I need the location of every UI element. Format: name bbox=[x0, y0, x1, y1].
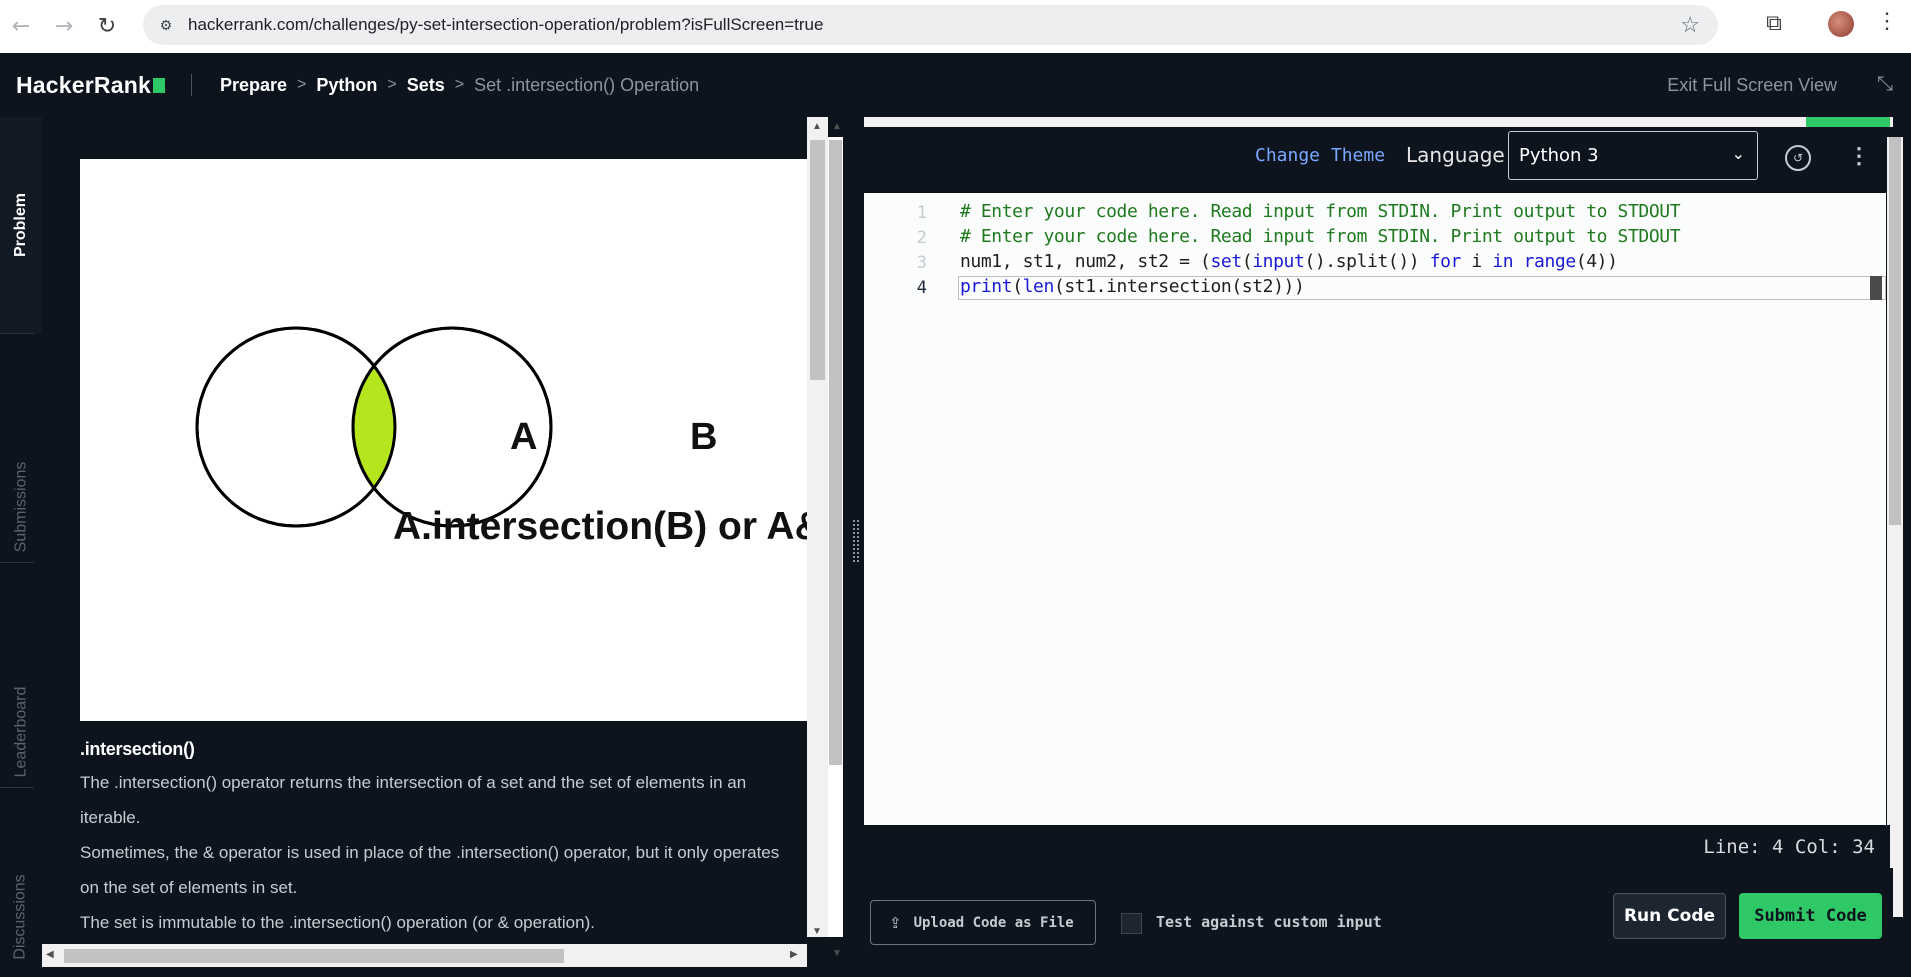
breadcrumb-current: Set .intersection() Operation bbox=[474, 74, 700, 95]
breadcrumb-sets[interactable]: Sets bbox=[407, 75, 445, 96]
forward-arrow-icon[interactable]: → bbox=[46, 9, 82, 45]
tab-leaderboard-label: Leaderboard bbox=[12, 686, 29, 778]
editor-cursor-marker bbox=[1870, 276, 1882, 300]
back-arrow-icon[interactable]: ← bbox=[3, 9, 39, 45]
more-options-icon[interactable]: ⋮ bbox=[1848, 143, 1870, 169]
venn-diagram-image: A B A.intersection(B) or A&B bbox=[80, 159, 807, 721]
header-divider bbox=[190, 74, 192, 96]
code-line-3[interactable]: num1, st1, num2, st2 = (set(input().spli… bbox=[960, 251, 1618, 272]
scroll-up-arrow-icon[interactable]: ▲ bbox=[812, 121, 822, 132]
line-number-active: 4 bbox=[916, 278, 927, 298]
browser-menu-icon[interactable]: ⋮ bbox=[1876, 8, 1898, 34]
chevron-right-icon: > bbox=[387, 76, 397, 93]
language-label: Language bbox=[1406, 143, 1505, 167]
site-settings-icon[interactable]: ⚙ bbox=[156, 15, 176, 35]
code-line-2[interactable]: # Enter your code here. Read input from … bbox=[960, 226, 1681, 247]
history-icon[interactable]: ↺ bbox=[1785, 145, 1811, 171]
tab-divider bbox=[0, 562, 34, 563]
browser-toolbar: ← → ↻ ⚙ hackerrank.com/challenges/py-set… bbox=[0, 0, 1911, 53]
language-select[interactable]: Python 3 ⌄ bbox=[1508, 131, 1758, 180]
chevron-right-icon: > bbox=[297, 76, 307, 93]
tab-discussions-label: Discussions bbox=[12, 874, 30, 960]
tab-divider bbox=[0, 787, 34, 788]
breadcrumb-prepare[interactable]: Prepare bbox=[220, 75, 287, 96]
tab-divider bbox=[0, 333, 34, 334]
custom-input-checkbox[interactable] bbox=[1121, 913, 1142, 934]
tab-submissions[interactable]: Submissions bbox=[0, 447, 42, 567]
code-comment: # Enter your code here. Read input from … bbox=[960, 226, 1681, 247]
address-bar[interactable]: ⚙ hackerrank.com/challenges/py-set-inter… bbox=[143, 5, 1718, 45]
hackerrank-logo[interactable]: HackerRank bbox=[16, 72, 165, 99]
language-select-value: Python 3 bbox=[1519, 145, 1599, 166]
section-heading: .intersection() bbox=[80, 739, 195, 759]
scroll-down-arrow-icon[interactable]: ▼ bbox=[812, 926, 822, 937]
label-a: A bbox=[510, 416, 537, 458]
editor-top-strip bbox=[864, 117, 1893, 127]
line-number: 2 bbox=[916, 228, 927, 248]
chevron-down-icon: ⌄ bbox=[1731, 146, 1745, 163]
problem-statement-pane: A B A.intersection(B) or A&B .intersecti… bbox=[42, 117, 807, 967]
outer-scroll-thumb[interactable] bbox=[829, 140, 842, 765]
paragraph-3: The set is immutable to the .intersectio… bbox=[80, 913, 595, 932]
extensions-icon[interactable]: ⧉ bbox=[1760, 9, 1788, 37]
scroll-right-arrow-icon[interactable]: ▶ bbox=[790, 949, 798, 960]
scroll-left-arrow-icon[interactable]: ◀ bbox=[46, 949, 54, 960]
outer-scroll-up-arrow-icon[interactable]: ▲ bbox=[832, 121, 842, 132]
code-line-4[interactable]: print(len(st1.intersection(st2))) bbox=[960, 276, 1305, 297]
outer-scroll-down-arrow-icon[interactable]: ▼ bbox=[832, 948, 842, 959]
side-tabs: Problem Submissions Leaderboard Discussi… bbox=[0, 117, 42, 967]
code-line-1[interactable]: # Enter your code here. Read input from … bbox=[960, 201, 1681, 222]
logo-square-icon bbox=[152, 77, 165, 93]
run-code-button[interactable]: Run Code bbox=[1613, 893, 1726, 939]
profile-avatar[interactable] bbox=[1828, 11, 1854, 37]
reload-icon[interactable]: ↻ bbox=[89, 9, 125, 45]
drag-handle-icon[interactable] bbox=[853, 520, 859, 562]
bookmark-star-icon[interactable]: ☆ bbox=[1680, 12, 1700, 38]
upload-code-button[interactable]: ⇪ Upload Code as File bbox=[870, 900, 1096, 945]
tab-problem[interactable]: Problem bbox=[0, 117, 42, 333]
upload-code-label: Upload Code as File bbox=[913, 914, 1074, 931]
logo-text: HackerRank bbox=[16, 71, 151, 98]
diagram-caption: A.intersection(B) or A&B bbox=[393, 505, 807, 548]
editor-scroll-thumb[interactable] bbox=[1889, 137, 1901, 525]
upload-icon: ⇪ bbox=[889, 914, 902, 932]
submit-code-button[interactable]: Submit Code bbox=[1739, 893, 1882, 939]
problem-scroll-thumb[interactable] bbox=[810, 140, 825, 380]
paragraph-1: The .intersection() operator returns the… bbox=[80, 773, 747, 827]
editor-progress-indicator bbox=[1806, 117, 1890, 127]
custom-input-label[interactable]: Test against custom input bbox=[1156, 913, 1382, 931]
horizontal-scroll-thumb[interactable] bbox=[64, 949, 564, 963]
collapse-icon[interactable]: ⤡ bbox=[1877, 73, 1893, 96]
code-comment: # Enter your code here. Read input from … bbox=[960, 201, 1681, 222]
site-header: HackerRank Prepare > Python > Sets > Set… bbox=[0, 53, 1911, 117]
breadcrumb: Prepare > Python > Sets > Set .intersect… bbox=[220, 75, 699, 96]
tab-problem-label: Problem bbox=[12, 192, 30, 258]
breadcrumb-python[interactable]: Python bbox=[316, 75, 377, 96]
change-theme-link[interactable]: Change Theme bbox=[1255, 145, 1385, 166]
tab-submissions-label: Submissions bbox=[12, 461, 30, 553]
chevron-right-icon: > bbox=[454, 76, 465, 93]
line-number: 1 bbox=[916, 203, 927, 223]
line-number: 3 bbox=[916, 253, 927, 273]
cursor-position: Line: 4 Col: 34 bbox=[1703, 836, 1875, 858]
paragraph-2: Sometimes, the & operator is used in pla… bbox=[80, 843, 780, 897]
label-b: B bbox=[690, 416, 717, 458]
tab-leaderboard[interactable]: Leaderboard bbox=[0, 672, 42, 792]
venn-diagram-svg: A B A.intersection(B) or A&B bbox=[195, 326, 807, 548]
url-text[interactable]: hackerrank.com/challenges/py-set-interse… bbox=[188, 15, 823, 35]
exit-fullscreen-link[interactable]: Exit Full Screen View bbox=[1667, 75, 1837, 96]
tab-discussions[interactable]: Discussions bbox=[0, 857, 42, 977]
